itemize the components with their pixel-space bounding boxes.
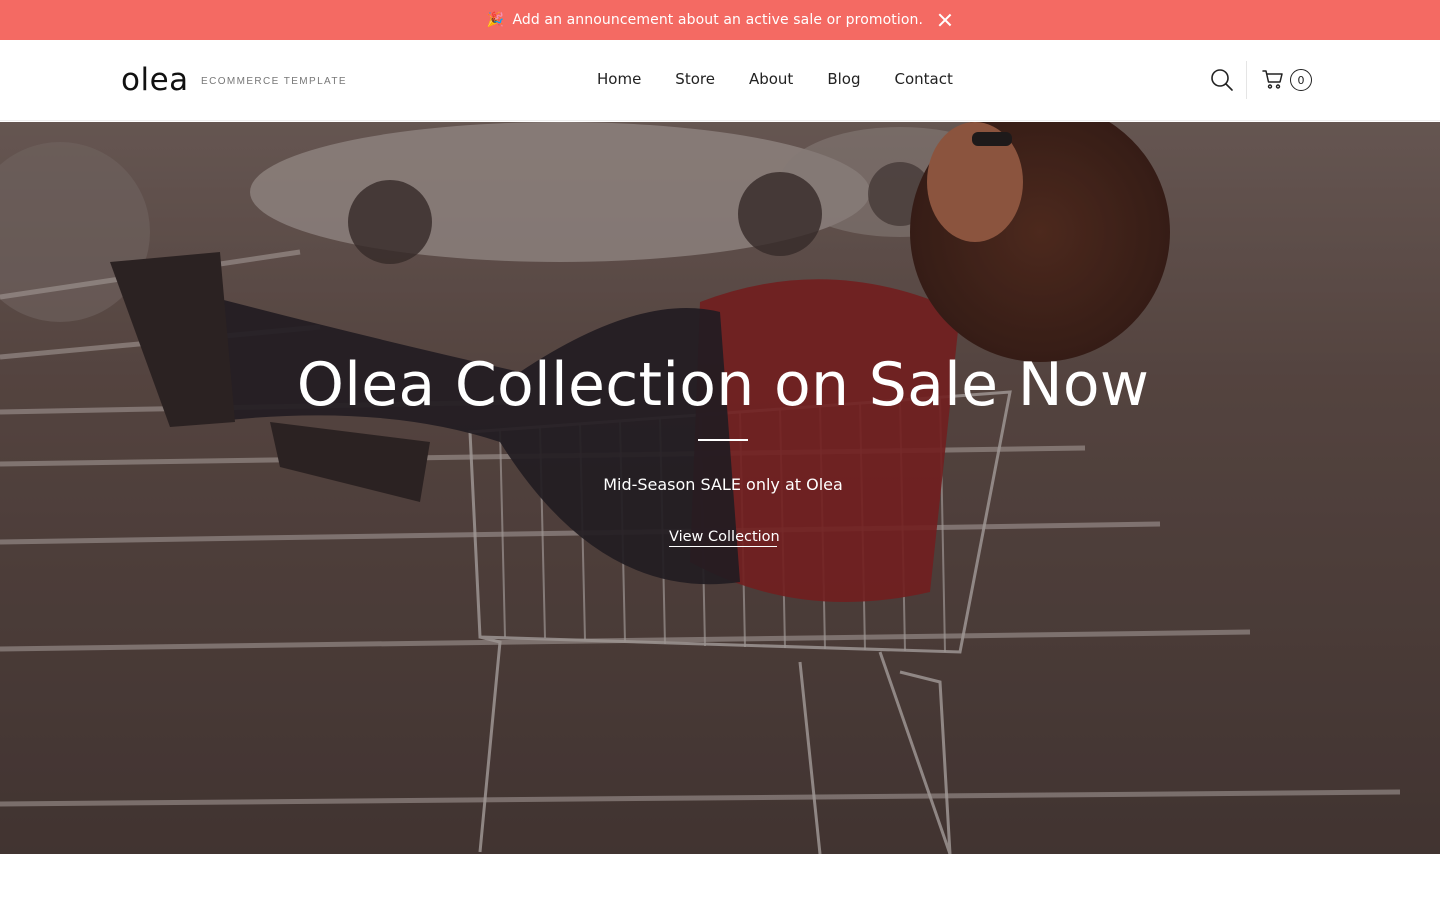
hero-banner: Olea Collection on Sale Now Mid-Season S… xyxy=(0,122,1440,854)
view-collection-link[interactable]: View Collection xyxy=(669,529,780,547)
party-icon: 🎉 xyxy=(486,12,505,28)
announcement-text: Add an announcement about an active sale… xyxy=(512,12,924,28)
logo-tagline: ECOMMERCE TEMPLATE xyxy=(201,76,347,87)
hero-content: Olea Collection on Sale Now Mid-Season S… xyxy=(0,122,1440,854)
hero-divider xyxy=(698,439,748,441)
header-divider xyxy=(1246,61,1247,99)
cart-count-badge[interactable]: 0 xyxy=(1290,69,1312,91)
hero-subtitle: Mid-Season SALE only at Olea xyxy=(603,475,843,494)
hero-title: Olea Collection on Sale Now xyxy=(296,350,1150,420)
close-icon[interactable] xyxy=(937,12,953,28)
site-header: olea ECOMMERCE TEMPLATE Home Store About… xyxy=(0,40,1440,121)
nav-link-about[interactable]: About xyxy=(749,70,793,88)
cart-icon[interactable] xyxy=(1262,68,1284,90)
nav-link-store[interactable]: Store xyxy=(675,70,715,88)
nav-link-blog[interactable]: Blog xyxy=(827,70,860,88)
nav-link-contact[interactable]: Contact xyxy=(894,70,952,88)
main-nav: Home Store About Blog Contact xyxy=(597,70,953,88)
search-icon[interactable] xyxy=(1210,68,1234,92)
nav-link-home[interactable]: Home xyxy=(597,70,641,88)
logo[interactable]: olea xyxy=(121,62,189,98)
announcement-bar: 🎉 Add an announcement about an active sa… xyxy=(0,0,1440,40)
